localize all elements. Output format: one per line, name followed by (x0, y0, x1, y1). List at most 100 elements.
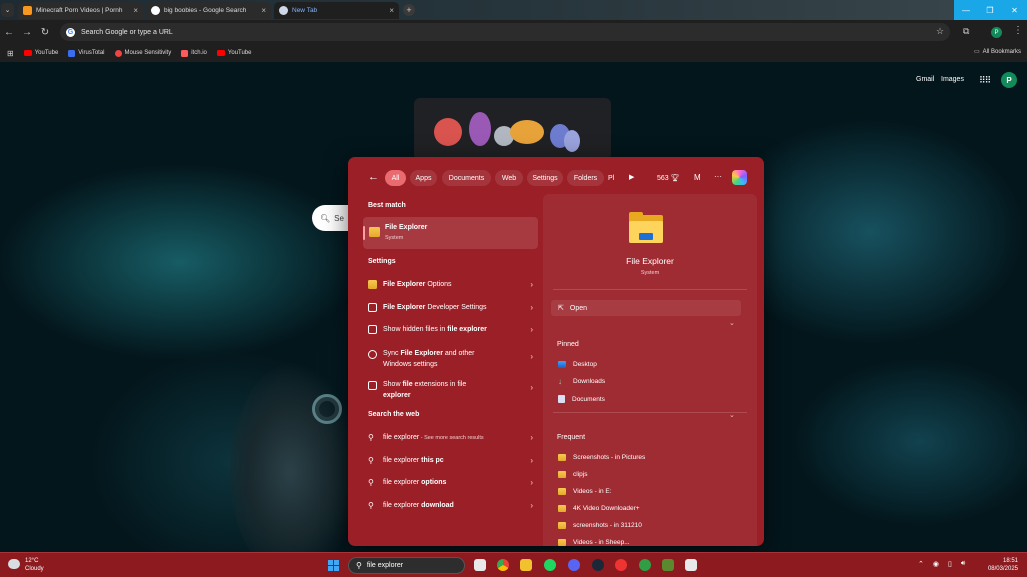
weather-widget[interactable]: 12°C Cloudy (8, 557, 44, 573)
search-icon: ⚲ (356, 561, 362, 570)
file-explorer-icon[interactable] (520, 559, 532, 571)
filter-photos[interactable]: Pl (608, 170, 621, 186)
extensions-icon[interactable]: ⧉ (963, 26, 969, 37)
tab-3[interactable]: New Tab × (274, 2, 399, 19)
bookmark-mouse-sensitivity[interactable]: Mouse Sensitivity (114, 49, 171, 57)
bookmark-star-icon[interactable]: ☆ (936, 26, 944, 37)
new-tab-button[interactable]: + (403, 4, 415, 16)
web-result-this-pc[interactable]: ⚲ file explorer this pc › (368, 456, 533, 465)
web-result-see-more[interactable]: ⚲ file explorer - See more search result… (368, 433, 533, 442)
minimize-button[interactable]: — (954, 0, 978, 20)
divider (553, 289, 747, 290)
bookmark-youtube-2[interactable]: YouTube (216, 50, 251, 56)
folder-icon: ▭ (973, 49, 980, 55)
clock[interactable]: 18:51 08/03/2025 (980, 557, 1018, 573)
search-icon: ⚲ (368, 478, 374, 487)
start-button[interactable] (328, 560, 339, 571)
frequent-item[interactable]: 4K Video Downloader+ (558, 505, 640, 512)
close-icon[interactable]: × (261, 6, 266, 15)
google-doodle[interactable] (414, 98, 611, 160)
filter-documents[interactable]: Documents (442, 170, 491, 186)
close-icon[interactable]: × (133, 6, 138, 15)
result-text: file explorer download (383, 502, 454, 509)
bookmark-itchio[interactable]: itch.io (181, 49, 207, 57)
filter-all[interactable]: All (385, 170, 406, 186)
steam-tray-icon[interactable]: ◉ (933, 560, 939, 568)
frequent-item[interactable]: Videos - in E: (558, 488, 612, 495)
web-result-download[interactable]: ⚲ file explorer download › (368, 501, 533, 510)
settings-result-sync[interactable]: Sync File Explorer and other Windows sett… (368, 348, 533, 370)
bookmark-virustotal[interactable]: VirusTotal (68, 49, 105, 57)
minecraft-icon[interactable] (662, 559, 674, 571)
desktop-icon (558, 361, 566, 368)
show-hidden-icons-icon[interactable]: ⌃ (918, 560, 924, 568)
account-initial[interactable]: M (694, 173, 701, 182)
steam-icon[interactable] (592, 559, 604, 571)
frequent-item[interactable]: Videos - in Sheep... (558, 539, 630, 546)
filter-settings[interactable]: Settings (527, 170, 563, 186)
chrome-icon[interactable] (497, 559, 509, 571)
filter-web[interactable]: Web (495, 170, 523, 186)
apps-icon[interactable]: ⊞ (7, 49, 14, 58)
settings-result-hidden-files[interactable]: Show hidden files in file explorer › (368, 325, 533, 334)
settings-result-developer-settings[interactable]: File Explorer Developer Settings › (368, 303, 533, 312)
images-link[interactable]: Images (941, 76, 964, 83)
expand-chevron-icon[interactable]: ⌄ (729, 319, 735, 327)
copilot-icon[interactable] (732, 170, 747, 185)
frequent-item[interactable]: clipjs (558, 471, 587, 478)
rewards-points[interactable]: 563 🏆︎ (657, 174, 680, 182)
reload-button[interactable]: ↻ (36, 27, 54, 38)
discord-icon[interactable] (568, 559, 580, 571)
all-bookmarks-button[interactable]: ▭ All Bookmarks (973, 48, 1021, 56)
settings-result-extensions[interactable]: Show file extensions in file explorer › (368, 379, 533, 401)
folder-icon (558, 488, 566, 495)
web-result-options[interactable]: ⚲ file explorer options › (368, 478, 533, 487)
forward-button[interactable]: → (18, 27, 36, 38)
downloads-icon: ↓ (558, 377, 562, 386)
back-button[interactable]: ← (0, 27, 18, 38)
address-bar[interactable]: G Search Google or type a URL (60, 23, 950, 41)
task-view-icon[interactable] (474, 559, 486, 571)
tab-1[interactable]: Minecraft Porn Videos | Pornh × (18, 2, 143, 19)
bookmark-youtube[interactable]: YouTube (23, 50, 58, 56)
phone-link-icon[interactable]: ▯ (948, 560, 952, 568)
window-close-button[interactable]: ✕ (1002, 0, 1027, 20)
store-icon[interactable] (685, 559, 697, 571)
result-text: file explorer - See more search results (383, 434, 484, 441)
chrome-menu-icon[interactable]: ⋮ (1013, 25, 1023, 36)
xbox-icon[interactable] (639, 559, 651, 571)
more-options-icon[interactable]: ··· (714, 172, 722, 181)
bookmark-label: itch.io (191, 50, 207, 56)
tab-list-button[interactable]: ⌄ (1, 3, 14, 17)
filter-folders[interactable]: Folders (567, 170, 604, 186)
google-apps-icon[interactable]: ⠿⠿ (979, 75, 991, 86)
filter-apps[interactable]: Apps (410, 170, 437, 186)
settings-result-folder-options[interactable]: File Explorer Options › (368, 280, 533, 289)
spotify-icon[interactable] (544, 559, 556, 571)
volume-icon[interactable]: 🔊︎ (961, 560, 965, 568)
profile-avatar[interactable]: P (991, 27, 1002, 38)
pinned-downloads[interactable]: ↓ Downloads (558, 377, 605, 386)
preview-app-name: File Explorer (626, 256, 674, 266)
pinned-documents[interactable]: Documents (558, 395, 605, 403)
pinned-desktop[interactable]: Desktop (558, 361, 597, 368)
ntp-search-box[interactable]: 🔍︎ Se (312, 205, 352, 231)
pinned-label: Documents (572, 395, 605, 403)
back-arrow-icon[interactable]: ← (368, 171, 379, 183)
frequent-label: Screenshots - in Pictures (573, 454, 646, 461)
close-icon[interactable]: × (389, 6, 394, 15)
best-match-name: File Explorer (385, 224, 428, 231)
media-player-icon[interactable] (615, 559, 627, 571)
frequent-item[interactable]: Screenshots - in Pictures (558, 454, 645, 461)
frequent-item[interactable]: screenshots - in 311210 (558, 522, 642, 529)
account-avatar[interactable]: P (1001, 72, 1017, 88)
tab-2[interactable]: big boobies - Google Search × (146, 2, 271, 19)
gmail-link[interactable]: Gmail (916, 76, 934, 83)
taskbar-search-box[interactable]: ⚲ file explorer (348, 557, 465, 574)
site-favicon-icon (23, 6, 32, 15)
expand-chevron-icon[interactable]: ⌄ (729, 411, 735, 419)
filter-scroll-arrow-icon[interactable]: ▶ (629, 173, 634, 181)
best-match-file-explorer[interactable]: File Explorer System (363, 217, 538, 249)
open-action[interactable]: ⇱ Open (551, 300, 741, 316)
maximize-button[interactable]: ❐ (978, 0, 1002, 20)
